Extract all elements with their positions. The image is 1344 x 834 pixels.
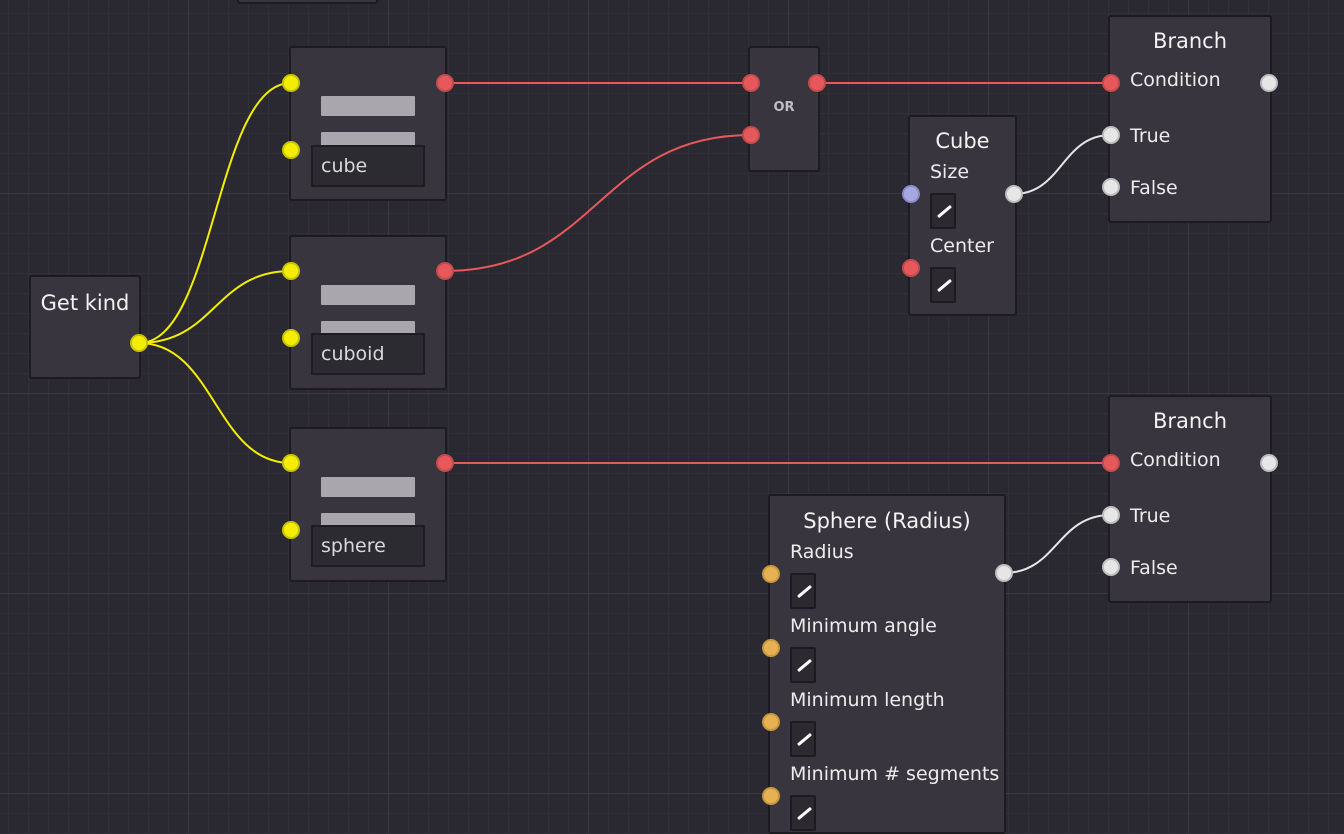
sphere-min-angle-input-socket[interactable] — [762, 639, 780, 657]
input-preview-bar — [321, 285, 415, 305]
wire-kind-to-compare-1[interactable] — [138, 82, 292, 344]
false-label: False — [1130, 177, 1178, 199]
input-preview-bar — [321, 477, 415, 497]
pencil-icon — [797, 584, 812, 599]
offscreen-node[interactable] — [237, 0, 378, 4]
min-segments-label: Minimum # segments — [790, 763, 1000, 785]
sphere-min-length-input-socket[interactable] — [762, 713, 780, 731]
min-segments-edit-button[interactable] — [790, 795, 816, 831]
branch-node-2[interactable]: Branch Condition True False — [1108, 395, 1272, 603]
branch-2-false-socket[interactable] — [1102, 558, 1120, 576]
branch-node-1[interactable]: Branch Condition True False — [1108, 15, 1272, 223]
compare-1-input-a-socket[interactable] — [282, 74, 300, 92]
or-node[interactable]: OR — [748, 46, 820, 172]
node-title: Branch — [1152, 409, 1228, 433]
node-title: Get kind — [40, 291, 130, 315]
get-kind-output-socket[interactable] — [130, 334, 148, 352]
branch-1-true-socket[interactable] — [1102, 126, 1120, 144]
compare-3-output-socket[interactable] — [436, 454, 454, 472]
pencil-icon — [937, 204, 952, 219]
compare-3-input-b-socket[interactable] — [282, 521, 300, 539]
compare-value-field[interactable]: cube — [311, 145, 425, 187]
cube-output-socket[interactable] — [1005, 185, 1023, 203]
cube-node[interactable]: Cube Size Center — [908, 115, 1017, 316]
compare-value-field[interactable]: sphere — [311, 525, 425, 567]
pencil-icon — [797, 806, 812, 821]
branch-2-output-socket[interactable] — [1260, 454, 1278, 472]
true-label: True — [1130, 505, 1171, 527]
compare-2-output-socket[interactable] — [436, 262, 454, 280]
min-length-label: Minimum length — [790, 689, 945, 711]
compare-2-input-a-socket[interactable] — [282, 262, 300, 280]
compare-1-input-b-socket[interactable] — [282, 141, 300, 159]
compare-1-output-socket[interactable] — [436, 74, 454, 92]
compare-value-field[interactable]: cuboid — [311, 333, 425, 375]
or-input-a-socket[interactable] — [742, 74, 760, 92]
cube-size-input-socket[interactable] — [902, 185, 920, 203]
wire-kind-to-compare-2[interactable] — [138, 270, 292, 344]
radius-edit-button[interactable] — [790, 573, 816, 609]
center-label: Center — [930, 235, 994, 257]
sphere-radius-input-socket[interactable] — [762, 565, 780, 583]
wire-sphere-to-branch-2-true[interactable] — [1003, 514, 1112, 574]
size-label: Size — [930, 161, 970, 183]
center-edit-button[interactable] — [930, 267, 956, 303]
branch-1-condition-socket[interactable] — [1102, 74, 1120, 92]
sphere-output-socket[interactable] — [995, 564, 1013, 582]
compare-3-input-a-socket[interactable] — [282, 454, 300, 472]
compare-2-input-b-socket[interactable] — [282, 329, 300, 347]
branch-1-output-socket[interactable] — [1260, 74, 1278, 92]
false-label: False — [1130, 557, 1178, 579]
min-angle-label: Minimum angle — [790, 615, 937, 637]
pencil-icon — [797, 732, 812, 747]
or-input-b-socket[interactable] — [742, 126, 760, 144]
true-label: True — [1130, 125, 1171, 147]
node-title: Branch — [1152, 29, 1228, 53]
sphere-min-segments-input-socket[interactable] — [762, 787, 780, 805]
branch-2-true-socket[interactable] — [1102, 506, 1120, 524]
node-title: Cube — [935, 129, 990, 153]
wire-cube-to-branch-1-true[interactable] — [1013, 134, 1112, 195]
branch-2-condition-socket[interactable] — [1102, 454, 1120, 472]
wire-kind-to-compare-3[interactable] — [138, 342, 292, 464]
radius-label: Radius — [790, 541, 854, 563]
or-label: OR — [773, 100, 795, 115]
branch-1-false-socket[interactable] — [1102, 178, 1120, 196]
min-angle-edit-button[interactable] — [790, 647, 816, 683]
pencil-icon — [797, 658, 812, 673]
min-length-edit-button[interactable] — [790, 721, 816, 757]
pencil-icon — [937, 278, 952, 293]
compare-node-cube[interactable]: cube — [289, 46, 447, 201]
or-output-socket[interactable] — [808, 74, 826, 92]
input-preview-bar — [321, 96, 415, 116]
size-edit-button[interactable] — [930, 193, 956, 229]
condition-label: Condition — [1130, 69, 1221, 91]
wire-compare-2-to-or[interactable] — [444, 134, 752, 272]
compare-node-sphere[interactable]: sphere — [289, 427, 447, 582]
get-kind-node[interactable]: Get kind — [29, 275, 141, 379]
sphere-radius-node[interactable]: Sphere (Radius) Radius Minimum angle Min… — [768, 494, 1006, 834]
node-title: Sphere (Radius) — [803, 509, 971, 533]
condition-label: Condition — [1130, 449, 1221, 471]
compare-node-cuboid[interactable]: cuboid — [289, 235, 447, 390]
cube-center-input-socket[interactable] — [902, 259, 920, 277]
